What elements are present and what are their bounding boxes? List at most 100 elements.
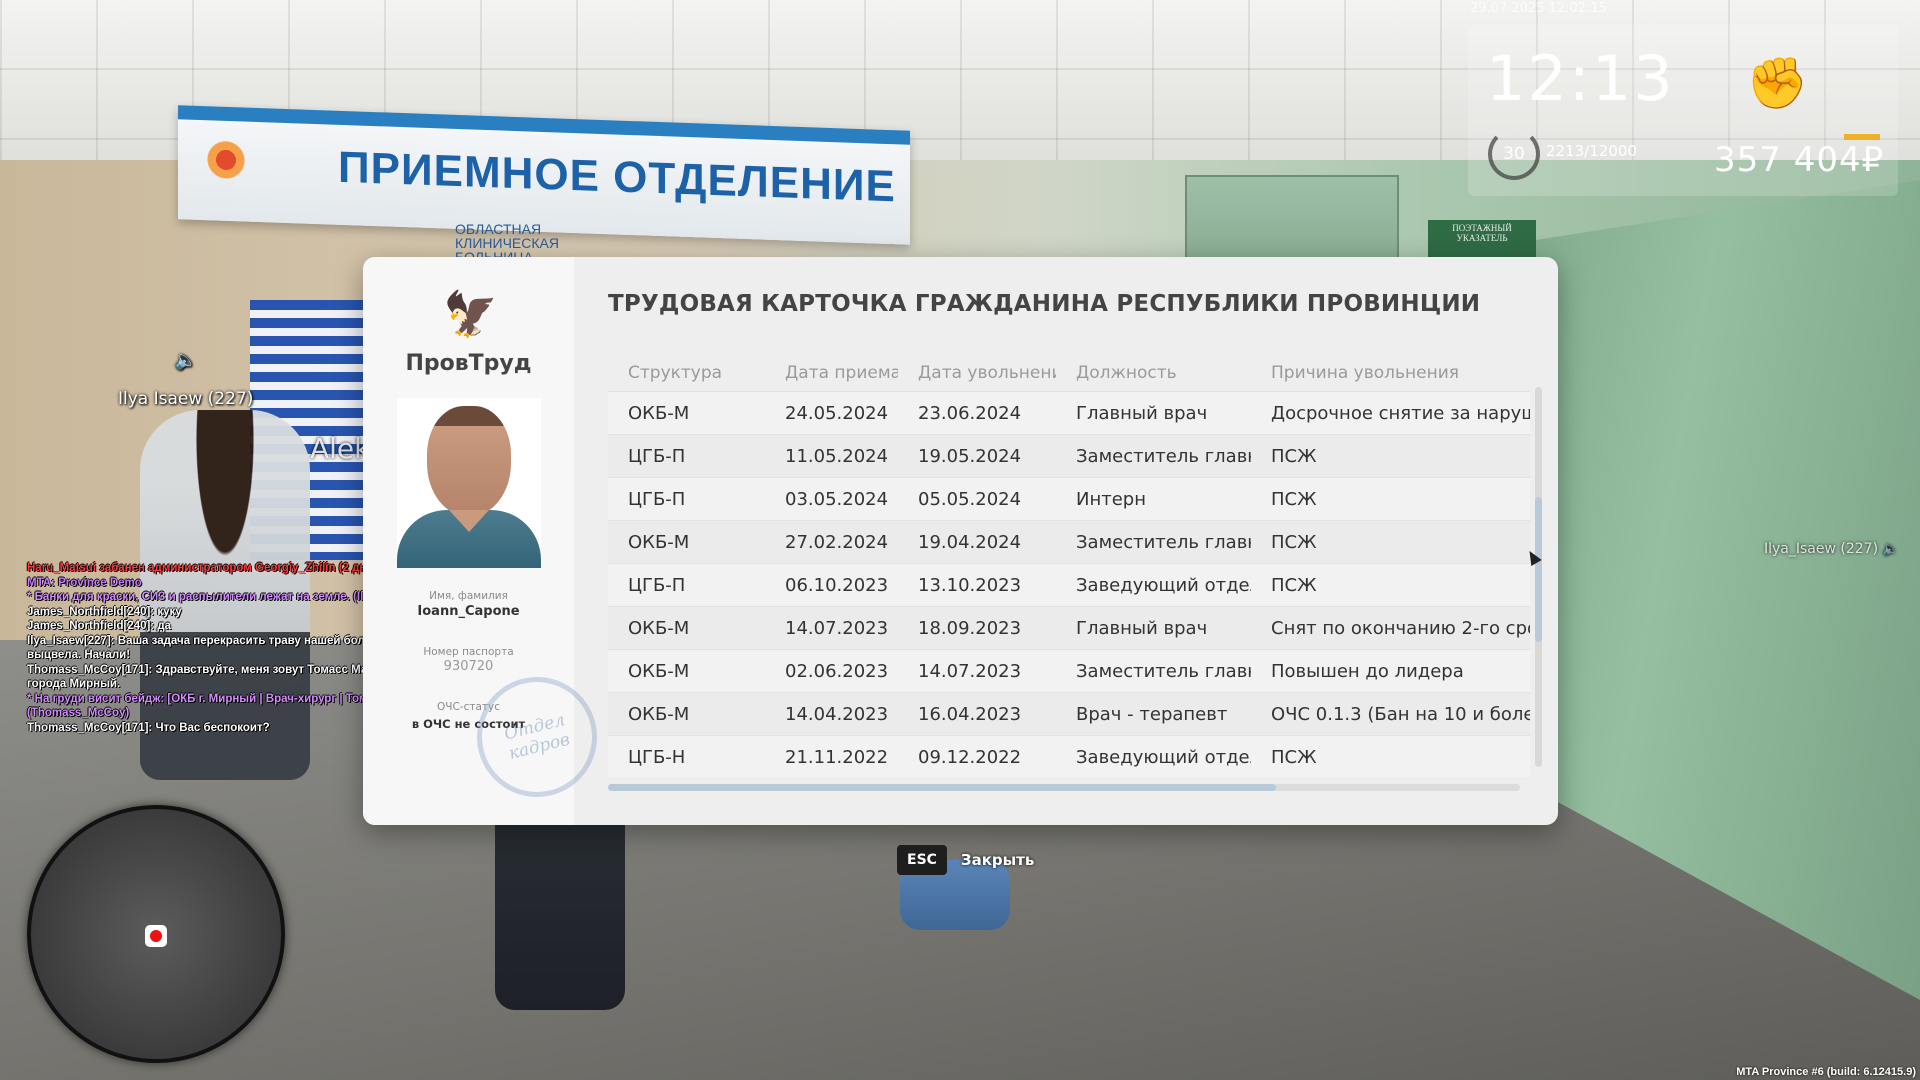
player-nametag-left: 🔈 Ilya Isaew (227)	[118, 350, 253, 409]
table-cell: Интерн	[1076, 488, 1146, 510]
fist-icon: ✊	[1746, 54, 1809, 112]
table-cell: ОКБ-М	[628, 402, 690, 424]
column-header: Причина увольнения	[1271, 363, 1459, 383]
table-cell: ОЧС 0.1.3 (Бан на 10 и более	[1271, 703, 1530, 725]
vertical-scrollbar[interactable]	[1535, 387, 1542, 767]
close-hint[interactable]: ESC Закрыть	[897, 845, 1034, 875]
table-cell: 19.05.2024	[918, 445, 1022, 467]
table-cell: Заместитель главного врача	[1076, 445, 1251, 467]
table-cell: Главный врач	[1076, 402, 1208, 424]
table-cell: Главный врач	[1076, 617, 1208, 639]
table-cell: Досрочное снятие за нарушение	[1271, 402, 1530, 424]
card-sidebar: 🦅 ПровТруд Имя, фамилия Ioann_Capone Ном…	[363, 257, 610, 825]
player-nametag-left-text: Ilya Isaew (227)	[118, 389, 254, 409]
table-row[interactable]: ОКБ-М 24.05.2024 23.06.2024 Главный врач Дос…	[608, 391, 1530, 434]
player-nametag-alek: Alek	[310, 432, 371, 465]
table-cell: ПСЖ	[1271, 746, 1317, 768]
table-cell: 19.04.2024	[918, 531, 1022, 553]
player-nametag-right: Ilya_Isaew (227) 🔈	[1764, 541, 1899, 557]
close-label[interactable]: Закрыть	[961, 851, 1034, 869]
table-row[interactable]: ЦГБ-Н 21.11.2022 09.12.2022 Заведующий отде…	[608, 735, 1530, 777]
table-cell: ОКБ-М	[628, 531, 690, 553]
table-cell: ПСЖ	[1271, 445, 1317, 467]
minimap	[27, 805, 285, 1063]
card-title: ТРУДОВАЯ КАРТОЧКА ГРАЖДАНИНА РЕСПУБЛИКИ …	[608, 291, 1481, 317]
table-cell: 02.06.2023	[785, 660, 889, 682]
table-cell: 06.10.2023	[785, 574, 889, 596]
column-header: Структура	[628, 363, 723, 383]
table-cell: ЦГБ-Н	[628, 746, 686, 768]
column-header: Дата увольнения	[918, 363, 1056, 383]
name-value: Ioann_Capone	[417, 604, 520, 619]
photo-face	[427, 406, 511, 516]
name-label: Имя, фамилия	[429, 590, 508, 602]
table-cell: ОКБ-М	[628, 617, 690, 639]
table-cell: 16.04.2023	[918, 703, 1022, 725]
table-cell: Снят по окончанию 2-го срока	[1271, 617, 1530, 639]
speaker-icon: 🔈	[1882, 542, 1899, 557]
table-cell: 03.05.2024	[785, 488, 889, 510]
employment-card-modal: 🦅 ПровТруд Имя, фамилия Ioann_Capone Ном…	[363, 257, 1558, 825]
table-row[interactable]: ЦГБ-П 11.05.2024 19.05.2024 Заместитель гла…	[608, 434, 1530, 477]
hospital-logo-icon	[196, 123, 256, 196]
table-cell: 05.05.2024	[918, 488, 1022, 510]
table-cell: 21.11.2022	[785, 746, 889, 768]
hud-clock: 12:13	[1486, 42, 1675, 115]
table-cell: Заведующий отделением	[1076, 574, 1251, 596]
table-cell: ОКБ-М	[628, 703, 690, 725]
table-header: Структура Дата приема Дата увольнения До…	[608, 355, 1530, 391]
esc-key-button[interactable]: ESC	[897, 845, 947, 875]
hud-panel: 12:13 ✊ 30 2213/12000 357 404₽	[1468, 24, 1898, 196]
employment-history-table[interactable]: Структура Дата приема Дата увольнения До…	[608, 355, 1530, 777]
table-cell: 18.09.2023	[918, 617, 1022, 639]
table-row[interactable]: ОКБ-М 14.04.2023 16.04.2023 Врач - терапевт…	[608, 692, 1530, 735]
column-header: Дата приема	[785, 363, 898, 383]
citizen-photo	[397, 398, 541, 568]
player-position-marker-icon	[145, 925, 167, 947]
table-cell: 14.04.2023	[785, 703, 889, 725]
table-cell: Заведующий отделением	[1076, 746, 1251, 768]
column-header: Должность	[1076, 363, 1177, 383]
table-row[interactable]: ЦГБ-П 06.10.2023 13.10.2023 Заведующий отде…	[608, 563, 1530, 606]
table-cell: ОКБ-М	[628, 660, 690, 682]
table-cell: ЦГБ-П	[628, 488, 686, 510]
horizontal-scrollbar[interactable]	[608, 784, 1520, 791]
table-cell: ПСЖ	[1271, 531, 1317, 553]
table-cell: 24.05.2024	[785, 402, 889, 424]
table-cell: 14.07.2023	[918, 660, 1022, 682]
passport-value: 930720	[443, 659, 494, 674]
table-cell: 09.12.2022	[918, 746, 1022, 768]
table-row[interactable]: ОКБ-М 14.07.2023 18.09.2023 Главный врач Сня…	[608, 606, 1530, 649]
experience-counter: 2213/12000	[1546, 142, 1637, 160]
table-cell: ПСЖ	[1271, 574, 1317, 596]
elevator-door	[1185, 175, 1399, 269]
coat-of-arms-icon: 🦅	[443, 289, 498, 340]
table-cell: Повышен до лидера	[1271, 660, 1464, 682]
floor-directory-sign: ПОЭТАЖНЫЙ УКАЗАТЕЛЬ	[1428, 220, 1536, 261]
money-balance: 357 404₽	[1714, 140, 1885, 180]
table-cell: 27.02.2024	[785, 531, 889, 553]
table-cell: 23.06.2024	[918, 402, 1022, 424]
build-version: MTA Province #6 (build: 6.12415.9)	[1736, 1066, 1916, 1078]
reception-sign-title: ПРИЕМНОЕ ОТДЕЛЕНИЕ	[338, 142, 896, 212]
table-cell: 13.10.2023	[918, 574, 1022, 596]
level-ring: 30	[1488, 128, 1540, 180]
horizontal-scrollbar-thumb[interactable]	[608, 784, 1276, 791]
table-cell: Заместитель главного врача	[1076, 531, 1251, 553]
level-value: 30	[1503, 144, 1525, 164]
table-body: ОКБ-М 24.05.2024 23.06.2024 Главный врач Дос…	[608, 391, 1530, 777]
hr-stamp: Отдел кадров	[464, 664, 610, 810]
vertical-scrollbar-thumb[interactable]	[1535, 497, 1542, 642]
table-row[interactable]: ОКБ-М 27.02.2024 19.04.2024 Заместитель гла…	[608, 520, 1530, 563]
table-cell: 11.05.2024	[785, 445, 889, 467]
hud-date: 29.07.2025 12:02:15	[1470, 1, 1607, 16]
ministry-brand: ПровТруд	[405, 351, 532, 376]
player-nametag-right-text: Ilya_Isaew (227)	[1764, 541, 1879, 557]
table-cell: ЦГБ-П	[628, 445, 686, 467]
table-row[interactable]: ОКБ-М 02.06.2023 14.07.2023 Заместитель гла…	[608, 649, 1530, 692]
passport-label: Номер паспорта	[423, 646, 514, 658]
table-cell: ПСЖ	[1271, 488, 1317, 510]
table-row[interactable]: ЦГБ-П 03.05.2024 05.05.2024 Интерн ПСЖ	[608, 477, 1530, 520]
table-cell: Врач - терапевт	[1076, 703, 1228, 725]
table-cell: Заместитель главного врача	[1076, 660, 1251, 682]
